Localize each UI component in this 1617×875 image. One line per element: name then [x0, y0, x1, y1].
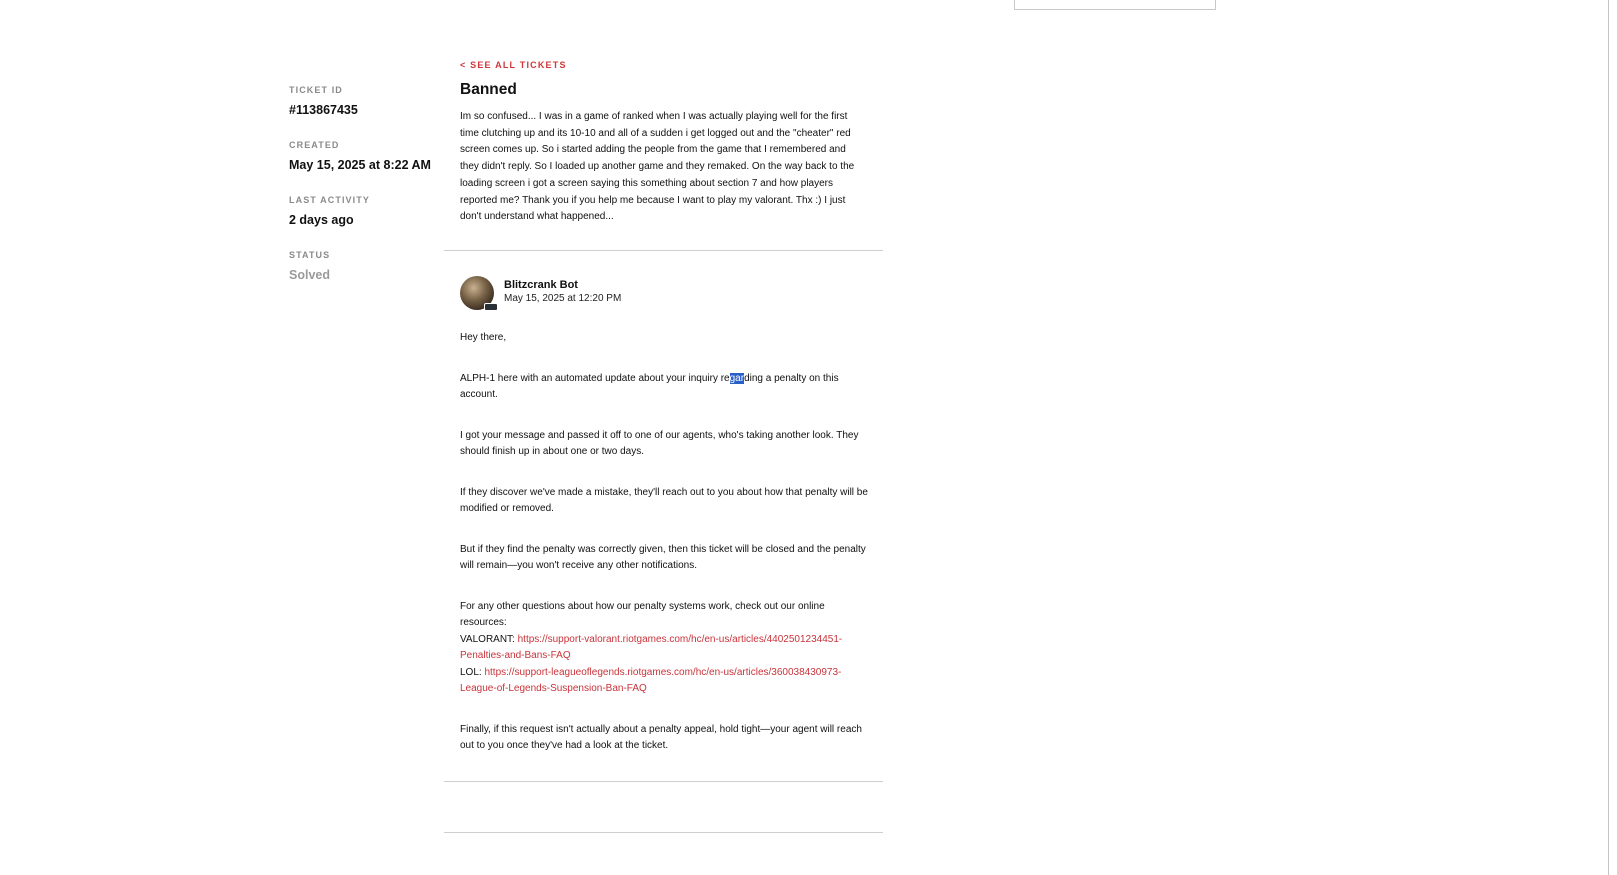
created-label: CREATED: [289, 140, 340, 150]
divider: [444, 250, 883, 251]
comment-author: Blitzcrank Bot: [504, 279, 578, 291]
comment-paragraph-5: For any other questions about how our pe…: [460, 599, 870, 698]
see-all-tickets-link[interactable]: < SEE ALL TICKETS: [460, 60, 567, 70]
last-activity-block: LAST ACTIVITY 2 days ago: [289, 195, 439, 231]
status-value: Solved: [289, 268, 330, 282]
ticket-meta-sidebar: TICKET ID #113867435 CREATED May 15, 202…: [289, 85, 439, 286]
scrollbar[interactable]: [1608, 0, 1617, 875]
valorant-label: VALORANT:: [460, 633, 518, 645]
comment-paragraph-1: ALPH-1 here with an automated update abo…: [460, 371, 870, 404]
comment-date: May 15, 2025 at 12:20 PM: [504, 293, 622, 304]
text-selection: gar: [729, 372, 745, 384]
ticket-id-block: TICKET ID #113867435: [289, 85, 439, 121]
status-block: STATUS Solved: [289, 250, 439, 286]
valorant-faq-link[interactable]: https://support-valorant.riotgames.com/h…: [460, 634, 842, 662]
resources-intro: For any other questions about how our pe…: [460, 600, 825, 629]
comment-paragraph-6: Finally, if this request isn't actually …: [460, 723, 862, 752]
divider: [444, 832, 883, 833]
ticket-id-value: #113867435: [289, 103, 358, 117]
comment-paragraph-3: If they discover we've made a mistake, t…: [460, 486, 868, 515]
lol-label: LOL:: [460, 666, 485, 678]
lol-faq-link[interactable]: https://support-leagueoflegends.riotgame…: [460, 667, 841, 695]
last-activity-label: LAST ACTIVITY: [289, 195, 370, 205]
ticket-page: TICKET ID #113867435 CREATED May 15, 202…: [0, 0, 1617, 875]
comment-greeting: Hey there,: [460, 332, 507, 343]
created-block: CREATED May 15, 2025 at 8:22 AM: [289, 140, 439, 176]
ticket-description: Im so confused... I was in a game of ran…: [460, 111, 855, 223]
ticket-id-label: TICKET ID: [289, 85, 343, 95]
status-label: STATUS: [289, 250, 331, 260]
ticket-title: Banned: [460, 81, 517, 98]
comment-body: Hey there, ALPH-1 here with an automated…: [460, 330, 870, 755]
created-value: May 15, 2025 at 8:22 AM: [289, 158, 431, 172]
comment-paragraph-2: I got your message and passed it off to …: [460, 429, 859, 458]
search-box-edge[interactable]: [1014, 0, 1216, 10]
last-activity-value: 2 days ago: [289, 213, 354, 227]
comment-p1-text: ALPH-1 here with an automated update abo…: [460, 372, 730, 384]
divider: [444, 781, 883, 782]
agent-badge-icon: [484, 303, 498, 311]
comment-header: Blitzcrank Bot May 15, 2025 at 12:20 PM: [460, 276, 880, 312]
comment-paragraph-4: But if they find the penalty was correct…: [460, 543, 866, 572]
